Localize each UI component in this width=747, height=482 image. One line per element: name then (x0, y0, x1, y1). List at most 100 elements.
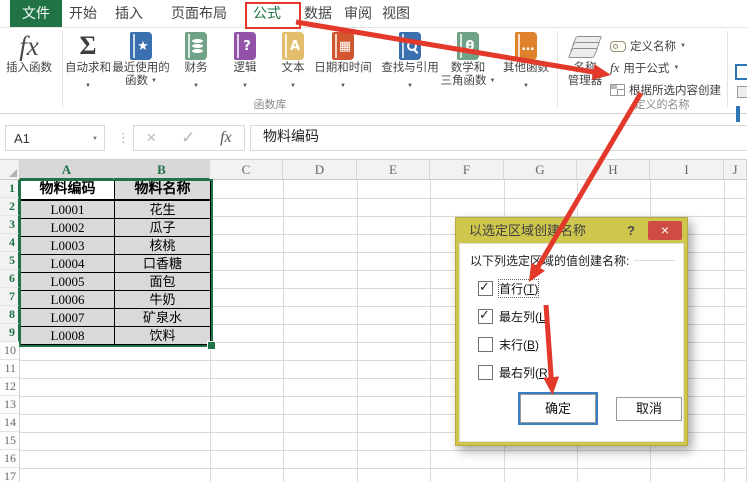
cell-A1[interactable]: 物料编码 (21, 181, 115, 201)
row-header-14[interactable]: 14 (0, 414, 20, 432)
checkbox-bottom-row[interactable] (478, 337, 493, 352)
cancel-icon[interactable]: × (146, 126, 156, 150)
checkbox-left-column[interactable] (478, 309, 493, 324)
column-header-E[interactable]: E (357, 160, 430, 180)
column-header-J[interactable]: J (724, 160, 747, 180)
name-box[interactable]: A1 ▼ (5, 125, 105, 151)
row-header-6[interactable]: 6 (0, 270, 20, 288)
tab-insert[interactable]: 插入 (112, 0, 146, 27)
cell-B6[interactable]: 面包 (115, 273, 211, 291)
cell-A6[interactable]: L0005 (21, 273, 115, 291)
cell-B4[interactable]: 核桃 (115, 237, 211, 255)
ribbon-overflow-icon (735, 64, 747, 80)
insert-function-icon[interactable]: fx (220, 129, 232, 147)
row-header-3[interactable]: 3 (0, 216, 20, 234)
row-header-5[interactable]: 5 (0, 252, 20, 270)
checkbox-label-bottom-row: 末行(B) (499, 336, 539, 353)
column-header-G[interactable]: G (504, 160, 577, 180)
chevron-down-icon: ▼ (290, 82, 296, 90)
date-time-icon: ▦ (306, 30, 380, 62)
cell-A3[interactable]: L0002 (21, 219, 115, 237)
cancel-button[interactable]: 取消 (616, 397, 682, 421)
ribbon-button-name-manager[interactable]: 名称管理器 (563, 30, 607, 88)
button-label: 插入函数 (0, 62, 58, 75)
column-header-B[interactable]: B (114, 160, 210, 180)
cell-A5[interactable]: L0004 (21, 255, 115, 273)
row-header-15[interactable]: 15 (0, 432, 20, 450)
ribbon-separator (557, 31, 558, 107)
tab-data[interactable]: 数据 (301, 0, 335, 27)
cell-B2[interactable]: 花生 (115, 201, 211, 219)
ribbon-button-logical[interactable]: ?逻辑▼ (222, 30, 268, 95)
book-symbol: … (522, 39, 535, 54)
button-label: 函数▼ (103, 75, 179, 88)
cell-B7[interactable]: 牛奶 (115, 291, 211, 309)
row-header-2[interactable]: 2 (0, 198, 20, 216)
select-all-corner[interactable] (0, 160, 20, 180)
row-header-13[interactable]: 13 (0, 396, 20, 414)
tab-page-layout[interactable]: 页面布局 (168, 0, 230, 27)
cell-A8[interactable]: L0007 (21, 309, 115, 327)
fill-handle[interactable] (207, 341, 216, 350)
ribbon-button-use-in-formula[interactable]: fx用于公式▼ (610, 59, 679, 77)
checkbox-label-top-row: 首行(T) (499, 280, 538, 297)
column-header-D[interactable]: D (283, 160, 357, 180)
ribbon-button-create-from-selection[interactable]: 根据所选内容创建 (610, 81, 721, 99)
insert-function-icon: fx (0, 30, 58, 62)
button-label: 定义名称 (630, 38, 676, 54)
chevron-down-icon: ▼ (85, 82, 91, 90)
formula-input[interactable]: 物料编码 (250, 125, 747, 151)
row-header-10[interactable]: 10 (0, 342, 20, 360)
help-icon[interactable]: ? (627, 218, 635, 243)
tab-home[interactable]: 开始 (66, 0, 100, 27)
column-header-A[interactable]: A (20, 160, 114, 180)
book-icon (185, 32, 207, 60)
ribbon-button-date-time[interactable]: ▦日期和时间▼ (306, 30, 380, 95)
checkbox-row-left-column: 最左列(L) (478, 308, 550, 324)
more-functions-icon: … (497, 30, 555, 62)
column-header-I[interactable]: I (650, 160, 724, 180)
cell-B3[interactable]: 瓜子 (115, 219, 211, 237)
cell-B5[interactable]: 口香糖 (115, 255, 211, 273)
row-header-9[interactable]: 9 (0, 324, 20, 342)
column-header-F[interactable]: F (430, 160, 504, 180)
ribbon-button-more-functions[interactable]: …其他函数▼ (497, 30, 555, 95)
cell-B8[interactable]: 矿泉水 (115, 309, 211, 327)
book-icon: ? (234, 32, 256, 60)
button-label-line2: 三角函数 (441, 75, 487, 87)
formula-bar: A1 ▼ ⋮ × ✓ fx 物料编码 (0, 113, 747, 160)
tab-file[interactable]: 文件 (10, 0, 62, 27)
row-header-4[interactable]: 4 (0, 234, 20, 252)
cell-A9[interactable]: L0008 (21, 327, 115, 345)
row-header-16[interactable]: 16 (0, 450, 20, 468)
row-header-1[interactable]: 1 (0, 180, 20, 198)
cell-B9[interactable]: 饮料 (115, 327, 211, 345)
ribbon-button-financial[interactable]: 财务▼ (173, 30, 219, 95)
column-header-C[interactable]: C (210, 160, 283, 180)
recently-used-icon: ★ (103, 30, 179, 62)
checkbox-right-column[interactable] (478, 365, 493, 380)
ok-button[interactable]: 确定 (520, 394, 596, 423)
cell-A2[interactable]: L0001 (21, 201, 115, 219)
chevron-down-icon: ▼ (407, 82, 413, 90)
row-header-11[interactable]: 11 (0, 360, 20, 378)
chevron-down-icon[interactable]: ▼ (92, 126, 98, 152)
row-header-12[interactable]: 12 (0, 378, 20, 396)
enter-icon[interactable]: ✓ (181, 126, 195, 150)
cell-B1[interactable]: 物料名称 (115, 181, 211, 201)
tab-view[interactable]: 视图 (379, 0, 413, 27)
ribbon-button-math-trig[interactable]: θ数学和三角函数▼ (436, 30, 500, 88)
tab-review[interactable]: 审阅 (341, 0, 375, 27)
cell-A4[interactable]: L0003 (21, 237, 115, 255)
cell-A7[interactable]: L0006 (21, 291, 115, 309)
row-header-17[interactable]: 17 (0, 468, 20, 482)
ribbon-button-insert-function[interactable]: fx插入函数 (0, 30, 58, 75)
ribbon-button-recently-used[interactable]: ★最近使用的函数▼ (103, 30, 179, 88)
ribbon-button-define-name[interactable]: 定义名称▼ (610, 37, 686, 55)
row-header-7[interactable]: 7 (0, 288, 20, 306)
button-label: 用于公式 (623, 60, 669, 76)
column-header-H[interactable]: H (577, 160, 650, 180)
row-header-8[interactable]: 8 (0, 306, 20, 324)
checkbox-top-row[interactable] (478, 281, 493, 296)
close-icon[interactable]: × (648, 221, 682, 240)
